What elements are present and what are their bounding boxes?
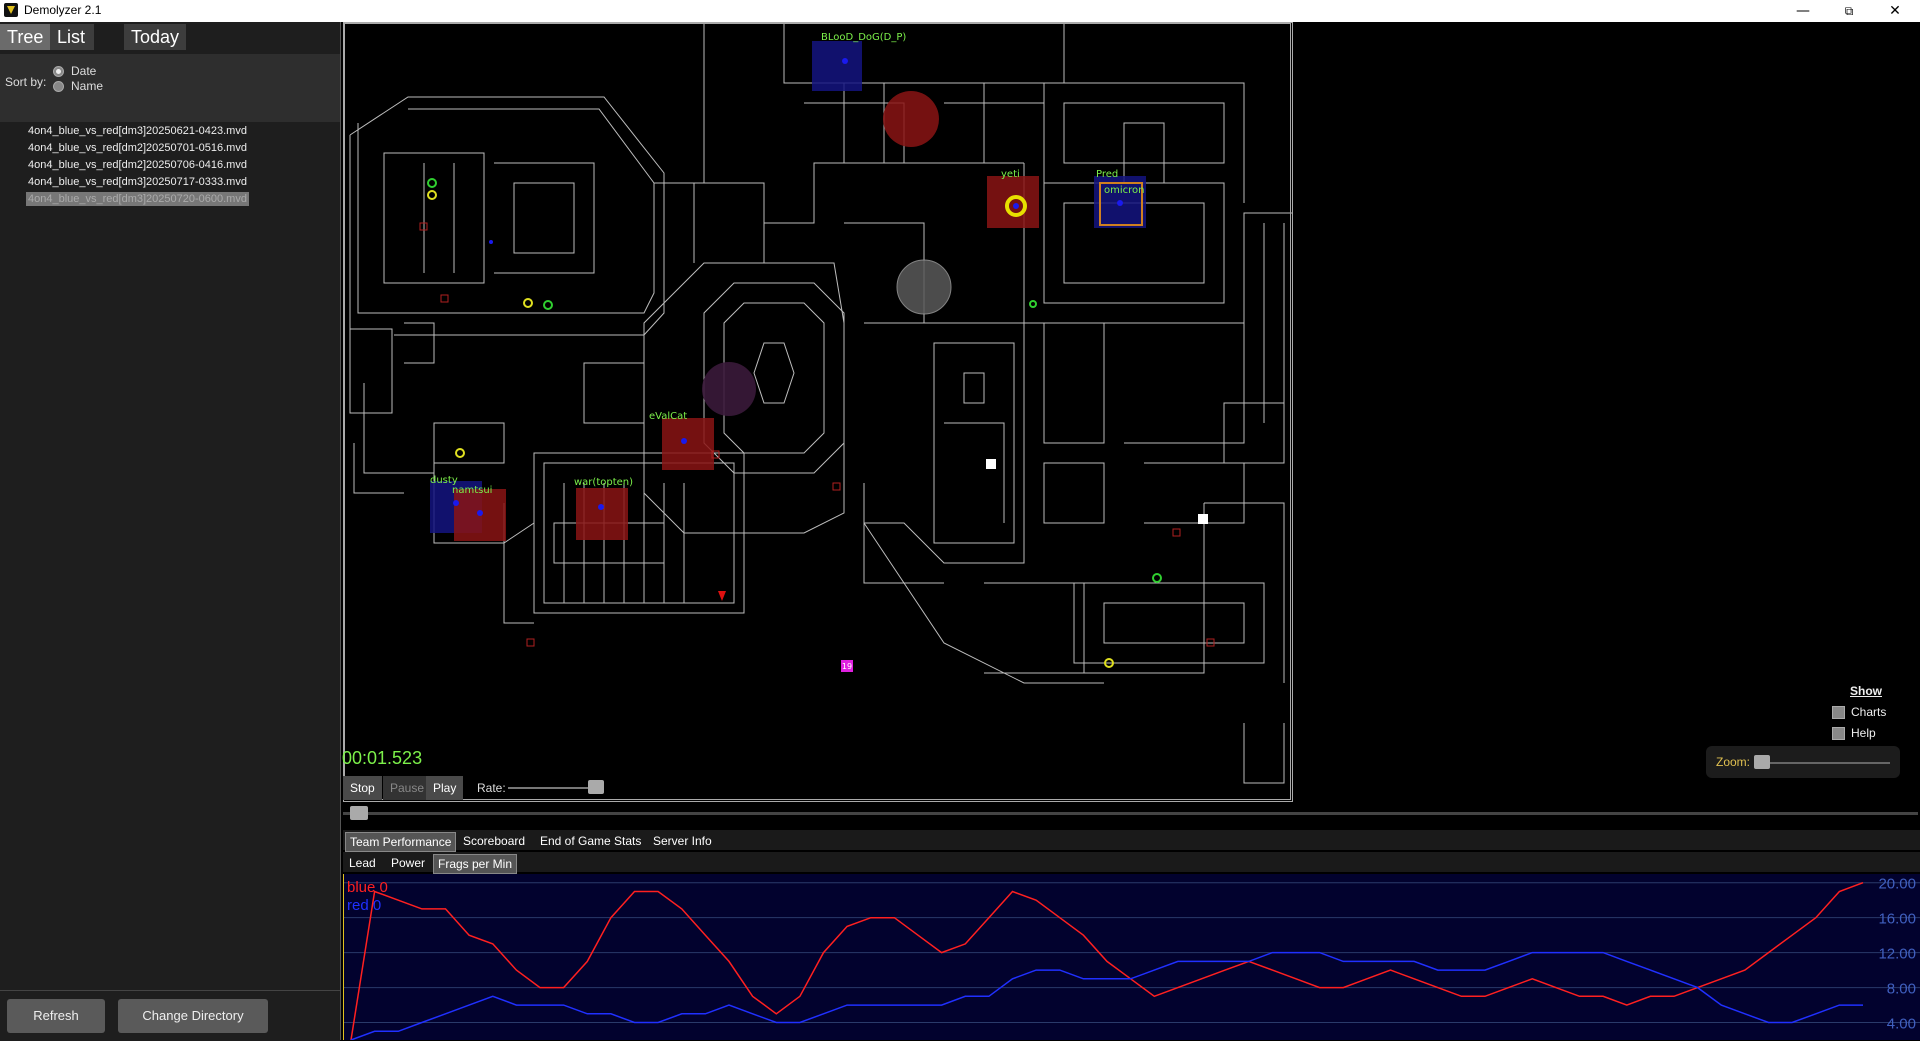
player-dots (453, 58, 1123, 516)
map-item (1013, 203, 1019, 209)
player-label: namtsui (452, 485, 492, 496)
timeline-track (343, 812, 1918, 815)
player-marker (812, 41, 862, 91)
file-item[interactable]: 4on4_blue_vs_red[dm2]20250706-0416.mvd (26, 158, 249, 172)
app-logo-icon (4, 3, 18, 17)
demo-browser-panel: Tree List (all) Today Sort by: Date Name… (0, 22, 341, 1041)
player-label: eValCat (649, 411, 687, 422)
y-tick-label: 12.00 (1878, 946, 1916, 963)
map-item (702, 362, 756, 416)
sort-name-label: Name (71, 79, 104, 93)
zoom-slider-thumb[interactable] (1754, 755, 1770, 769)
game-time: 00:01.523 (342, 748, 423, 768)
file-item[interactable]: 4on4_blue_vs_red[dm2]20250701-0516.mvd (26, 141, 249, 155)
tab-tree[interactable]: Tree (0, 24, 51, 50)
y-tick-label: 20.00 (1878, 876, 1916, 893)
timeline-slider-thumb[interactable] (350, 806, 368, 820)
map-item (986, 459, 996, 469)
y-tick-label: 8.00 (1887, 981, 1916, 998)
map-item (1198, 514, 1208, 524)
title-bar: Demolyzer 2.1 — ⧉ ✕ (0, 0, 1920, 22)
tab-list-all[interactable]: List (all) (50, 24, 94, 73)
charts-label: Charts (1851, 705, 1887, 719)
level-map: 19 BLooD_DoG(D_P) yeti Pred omicron eVal… (344, 23, 1292, 800)
tab-scoreboard[interactable]: Scoreboard (459, 832, 529, 850)
charts-checkbox[interactable] (1832, 706, 1845, 719)
close-button[interactable]: ✕ (1872, 0, 1918, 22)
map-item (896, 259, 952, 315)
file-item[interactable]: 4on4_blue_vs_red[dm3]20250717-0333.mvd (26, 175, 249, 189)
player-marker (662, 418, 714, 470)
tab-power[interactable]: Power (387, 854, 429, 872)
player-label: BLooD_DoG(D_P) (821, 32, 906, 43)
help-checkbox[interactable] (1832, 727, 1845, 740)
play-button[interactable]: Play (426, 776, 464, 800)
zoom-slider-track (1754, 762, 1890, 764)
tab-frags-per-min[interactable]: Frags per Min (433, 854, 518, 874)
file-item-selected[interactable]: 4on4_blue_vs_red[dm3]20250720-0600.mvd (26, 192, 249, 206)
zoom-label: Zoom: (1716, 755, 1751, 769)
player-label: Pred (1096, 169, 1118, 180)
sort-date-label: Date (71, 64, 97, 78)
chart-svg: 20.00 16.00 12.00 8.00 4.00 blue 0 red 0 (343, 874, 1920, 1040)
rate-slider-thumb[interactable] (588, 780, 604, 794)
minimize-button[interactable]: — (1780, 0, 1826, 22)
map-items (427, 178, 1162, 668)
sort-options: Sort by: Date Name (0, 54, 340, 122)
player-marker (576, 488, 628, 540)
sort-label: Sort by: (5, 75, 47, 89)
performance-subtabs: Lead Power Frags per Min (343, 852, 1920, 874)
change-directory-button[interactable]: Change Directory (118, 999, 268, 1033)
sort-name-radio[interactable] (53, 81, 64, 92)
show-heading: Show (1850, 684, 1882, 698)
tab-server-info[interactable]: Server Info (649, 832, 716, 850)
pause-button[interactable]: Pause (383, 776, 432, 800)
series-line-blue (350, 881, 1864, 1040)
stats-tabs: Team Performance Scoreboard End of Game … (343, 830, 1920, 852)
map-walls (349, 23, 1292, 784)
file-item[interactable]: 4on4_blue_vs_red[dm3]20250621-0423.mvd (26, 124, 249, 138)
legend-red: red 0 (347, 897, 381, 914)
tab-end-of-game-stats[interactable]: End of Game Stats (536, 832, 645, 850)
rate-label: Rate: (477, 781, 506, 795)
window-title: Demolyzer 2.1 (24, 3, 102, 17)
tab-lead[interactable]: Lead (345, 854, 380, 872)
zoom-control: Zoom: (1706, 746, 1900, 778)
refresh-button[interactable]: Refresh (7, 999, 105, 1033)
player-marker (987, 176, 1039, 228)
y-tick-label: 16.00 (1878, 911, 1916, 928)
player-label: yeti (1001, 169, 1020, 180)
browser-actions: Refresh Change Directory (0, 990, 340, 1041)
sort-date-radio[interactable] (53, 66, 64, 77)
frags-per-min-chart: 20.00 16.00 12.00 8.00 4.00 blue 0 red 0 (343, 874, 1920, 1040)
map-item (718, 591, 726, 601)
series-line-red (350, 951, 1863, 1040)
map-item (883, 91, 939, 147)
tab-today[interactable]: Today (124, 24, 187, 50)
player-label: omicron (1104, 185, 1144, 196)
map-view[interactable]: 19 BLooD_DoG(D_P) yeti Pred omicron eVal… (343, 22, 1293, 802)
help-label: Help (1851, 726, 1876, 740)
item-badge-label: 19 (842, 662, 852, 671)
maximize-button[interactable]: ⧉ (1826, 0, 1872, 22)
stop-button[interactable]: Stop (343, 776, 382, 800)
legend-blue: blue 0 (347, 879, 388, 896)
player-label: war(topten) (574, 477, 633, 488)
y-tick-label: 4.00 (1887, 1016, 1916, 1033)
tab-team-performance[interactable]: Team Performance (345, 832, 457, 852)
